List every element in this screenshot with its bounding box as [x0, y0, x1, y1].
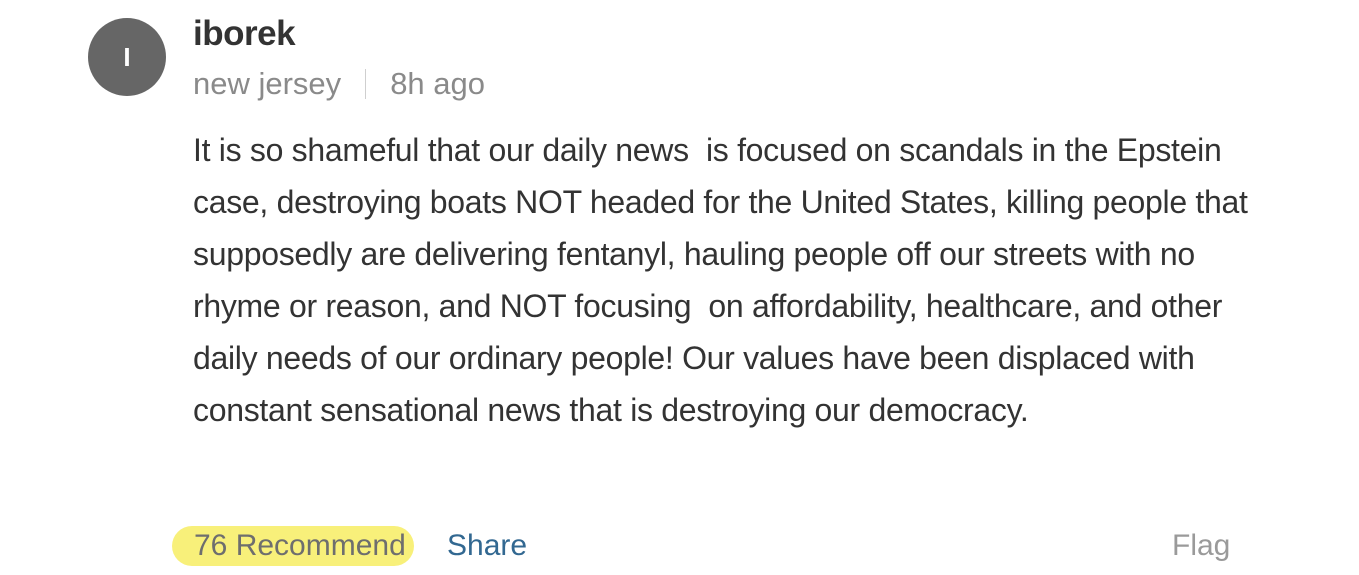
- comment-body: It is so shameful that our daily news is…: [193, 132, 1257, 428]
- comment: I iborek new jersey 8h ago It is so sham…: [0, 0, 1359, 575]
- comment-location: new jersey: [193, 66, 342, 101]
- comment-timestamp: 8h ago: [390, 66, 486, 101]
- share-button[interactable]: Share: [447, 526, 527, 566]
- flag-button[interactable]: Flag: [1172, 526, 1230, 566]
- comment-meta: new jersey 8h ago: [193, 66, 485, 102]
- recommend-button[interactable]: 76 Recommend: [172, 526, 414, 566]
- user-avatar[interactable]: I: [88, 18, 166, 96]
- comment-username[interactable]: iborek: [193, 14, 296, 54]
- avatar-initial: I: [123, 42, 131, 72]
- meta-divider: [365, 69, 367, 99]
